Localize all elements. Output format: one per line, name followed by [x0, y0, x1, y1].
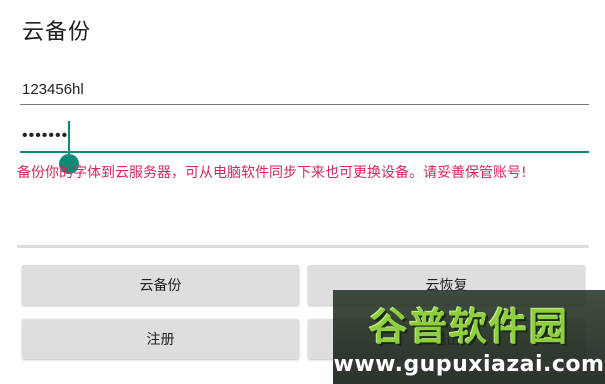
username-field[interactable] — [20, 74, 589, 105]
cloud-restore-button[interactable]: 云恢复 — [308, 265, 585, 305]
text-cursor — [68, 121, 70, 145]
divider — [17, 245, 589, 248]
register-button[interactable]: 注册 — [22, 319, 299, 359]
logout-button[interactable]: 退出 — [308, 319, 585, 359]
cloud-backup-button[interactable]: 云备份 — [22, 265, 299, 305]
page-title: 云备份 — [22, 20, 92, 45]
backup-hint-text: 备份你的字体到云服务器，可从电脑软件同步下来也可更换设备。请妥善保管账号! — [17, 165, 527, 181]
password-field[interactable] — [20, 121, 589, 153]
